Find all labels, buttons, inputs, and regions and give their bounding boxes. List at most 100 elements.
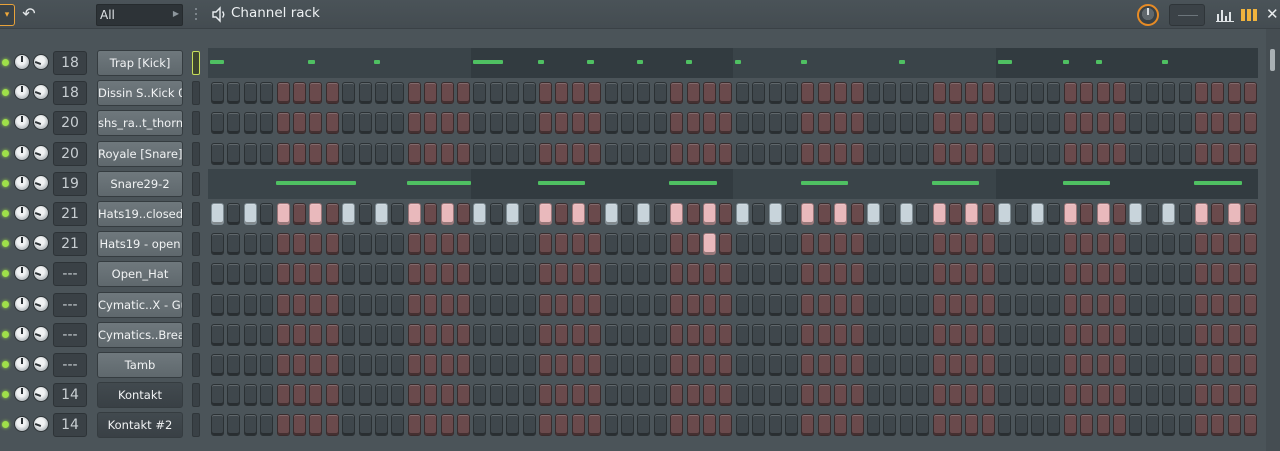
step-button[interactable] — [604, 233, 618, 256]
step-button[interactable] — [867, 384, 880, 407]
step-button[interactable] — [539, 112, 552, 135]
step-button[interactable] — [735, 263, 749, 286]
channel-select-indicator[interactable] — [192, 202, 200, 226]
step-button[interactable] — [965, 233, 979, 256]
step-button[interactable] — [817, 82, 831, 105]
step-button[interactable] — [867, 233, 880, 256]
step-button[interactable] — [358, 384, 372, 407]
step-button[interactable] — [670, 112, 684, 135]
step-button[interactable] — [1014, 263, 1028, 286]
step-button[interactable] — [211, 142, 224, 165]
step-button[interactable] — [785, 263, 798, 286]
step-button[interactable] — [276, 414, 290, 437]
step-button[interactable] — [391, 323, 405, 346]
step-button[interactable] — [342, 384, 356, 407]
step-button[interactable] — [637, 203, 651, 225]
step-button[interactable] — [768, 323, 782, 346]
step-button[interactable] — [227, 323, 241, 346]
step-button[interactable] — [653, 142, 667, 165]
channel-select-indicator[interactable] — [192, 322, 200, 347]
mixer-track-route[interactable]: 14 — [53, 383, 87, 408]
step-button[interactable] — [276, 354, 290, 376]
step-button[interactable] — [440, 82, 454, 105]
step-button[interactable] — [506, 293, 520, 316]
channel-name-button[interactable]: Cymatic..X - Gun — [97, 291, 183, 318]
channel-pan-knob[interactable] — [14, 265, 30, 282]
step-button[interactable] — [424, 414, 438, 437]
step-button[interactable] — [506, 323, 520, 346]
step-button[interactable] — [588, 323, 602, 346]
step-button[interactable] — [1129, 384, 1143, 407]
step-button[interactable] — [489, 354, 503, 376]
step-button[interactable] — [1129, 263, 1143, 286]
step-button[interactable] — [588, 293, 602, 316]
step-button[interactable] — [621, 293, 634, 316]
step-button[interactable] — [325, 112, 339, 135]
step-button[interactable] — [899, 263, 913, 286]
step-button[interactable] — [883, 233, 897, 256]
step-button[interactable] — [293, 293, 306, 316]
step-button[interactable] — [801, 82, 815, 105]
step-button[interactable] — [850, 203, 864, 225]
step-button[interactable] — [1063, 233, 1077, 256]
step-button[interactable] — [834, 112, 848, 135]
step-button[interactable] — [735, 354, 749, 376]
step-button[interactable] — [686, 323, 700, 346]
step-button[interactable] — [785, 414, 798, 437]
step-button[interactable] — [375, 82, 388, 105]
step-button[interactable] — [211, 263, 224, 286]
step-button[interactable] — [981, 233, 995, 256]
step-button[interactable] — [571, 112, 585, 135]
step-button[interactable] — [555, 233, 569, 256]
step-button[interactable] — [867, 293, 880, 316]
channel-name-button[interactable]: Hats19 - open — [97, 231, 183, 258]
step-button[interactable] — [621, 203, 634, 225]
step-button[interactable] — [358, 293, 372, 316]
step-button[interactable] — [588, 233, 602, 256]
step-button[interactable] — [867, 354, 880, 376]
channel-select-indicator[interactable] — [192, 111, 200, 136]
step-button[interactable] — [653, 233, 667, 256]
step-button[interactable] — [1063, 414, 1077, 437]
step-button[interactable] — [1178, 233, 1192, 256]
step-button[interactable] — [768, 203, 782, 225]
step-button[interactable] — [522, 142, 536, 165]
step-button[interactable] — [375, 384, 388, 407]
step-button[interactable] — [703, 112, 716, 135]
step-button[interactable] — [752, 323, 766, 346]
step-button[interactable] — [1227, 263, 1241, 286]
step-button[interactable] — [998, 414, 1012, 437]
step-button[interactable] — [932, 142, 946, 165]
step-button[interactable] — [1113, 414, 1126, 437]
step-button[interactable] — [981, 203, 995, 225]
step-button[interactable] — [506, 82, 520, 105]
step-button[interactable] — [457, 384, 470, 407]
step-button[interactable] — [293, 384, 306, 407]
step-button[interactable] — [1047, 203, 1061, 225]
step-button[interactable] — [506, 354, 520, 376]
channel-name-button[interactable]: Cymatics..Break — [97, 321, 183, 348]
scrollbar-thumb[interactable] — [1270, 49, 1275, 71]
step-button[interactable] — [489, 323, 503, 346]
step-button[interactable] — [801, 203, 815, 225]
step-button[interactable] — [1113, 263, 1126, 286]
step-button[interactable] — [1244, 142, 1258, 165]
step-button[interactable] — [309, 82, 323, 105]
step-button[interactable] — [1047, 263, 1061, 286]
step-button[interactable] — [916, 142, 930, 165]
step-button[interactable] — [965, 82, 979, 105]
step-button[interactable] — [243, 384, 257, 407]
channel-select-indicator[interactable] — [192, 292, 200, 317]
step-button[interactable] — [653, 203, 667, 225]
channel-name-button[interactable]: Kontakt #2 — [97, 412, 183, 439]
step-button[interactable] — [768, 82, 782, 105]
step-button[interactable] — [407, 203, 421, 225]
step-button[interactable] — [424, 112, 438, 135]
step-button[interactable] — [1047, 142, 1061, 165]
step-button[interactable] — [539, 203, 552, 225]
step-button[interactable] — [358, 203, 372, 225]
mixer-track-route[interactable]: 18 — [53, 81, 87, 106]
step-button[interactable] — [850, 142, 864, 165]
step-button[interactable] — [621, 354, 634, 376]
step-button[interactable] — [1195, 384, 1208, 407]
